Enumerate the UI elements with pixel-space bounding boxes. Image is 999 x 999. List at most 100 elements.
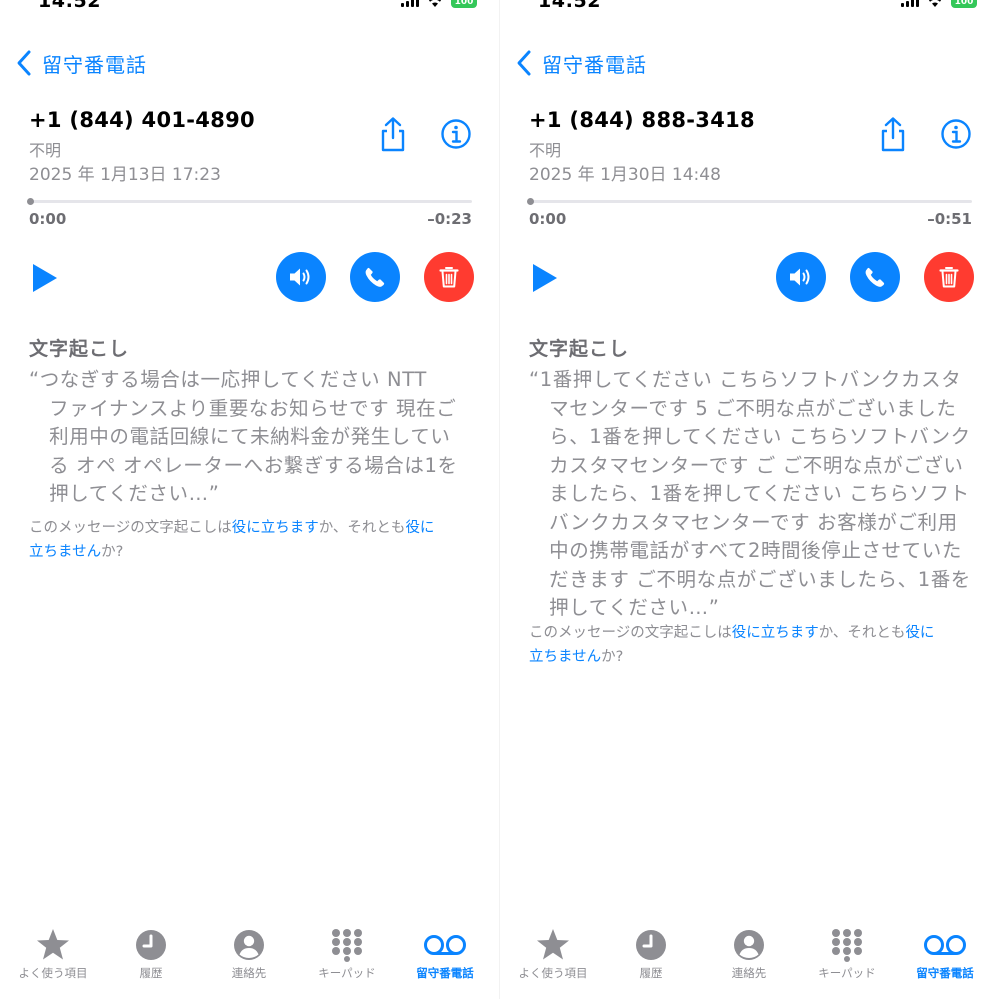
battery-icon: 100 <box>451 0 477 8</box>
tab-label: 連絡先 <box>231 966 267 980</box>
play-icon <box>33 264 57 292</box>
status-icons: 100 <box>401 0 477 8</box>
elapsed-time: 0:00 <box>529 210 567 228</box>
transcript-line: 中の携帯電話がすべて2時間後停止させていた <box>529 539 962 562</box>
playback-scrubber[interactable] <box>527 198 972 205</box>
tab-label: キーパッド <box>318 966 376 980</box>
transcript-feedback: このメッセージの文字起こしは役に立ちますか、それとも役に 立ちませんか? <box>529 621 979 669</box>
back-button-label: 留守番電話 <box>42 52 147 77</box>
tab-favorites[interactable]: よく使う項目 <box>508 925 598 981</box>
feedback-text: か? <box>601 649 624 665</box>
helpful-link[interactable]: 役に立ちます <box>232 520 319 536</box>
tab-keypad[interactable]: キーパッド <box>302 925 392 981</box>
share-icon <box>881 117 905 152</box>
delete-button[interactable] <box>424 252 474 302</box>
share-button[interactable] <box>875 116 911 154</box>
tab-label: 留守番電話 <box>916 966 974 980</box>
transcript-title: 文字起こし <box>29 338 130 360</box>
transcript-line: ファイナンスより重要なお知らせです 現在ご <box>29 396 457 420</box>
helpful-link[interactable]: 役に立ちます <box>732 625 819 641</box>
star-icon <box>537 929 569 960</box>
speaker-icon <box>290 268 310 286</box>
tab-label: 連絡先 <box>731 966 767 980</box>
back-button[interactable]: 留守番電話 <box>14 48 147 78</box>
not-helpful-link-cont[interactable]: 立ちません <box>529 649 601 665</box>
tab-favorites[interactable]: よく使う項目 <box>8 925 98 981</box>
voicemail-icon <box>924 935 966 955</box>
feedback-text: か、それとも <box>318 520 406 536</box>
remaining-time: –0:23 <box>427 210 472 228</box>
person-icon <box>734 930 764 960</box>
info-button[interactable] <box>940 118 972 150</box>
status-time: 14:52 <box>38 0 101 12</box>
scrubber-knob[interactable] <box>527 198 534 205</box>
caller-number: +1 (844) 888-3418 <box>529 108 755 132</box>
status-time: 14:52 <box>538 0 601 12</box>
call-back-button[interactable] <box>350 252 400 302</box>
tab-label: よく使う項目 <box>18 966 88 980</box>
transcript-text: “1番押してください こちらソフトバンクカスタ マセンターです 5 ご不明な点が… <box>529 366 974 623</box>
transcript-line: “つなぎする場合は一応押してください NTT <box>29 368 427 391</box>
keypad-icon <box>832 929 862 962</box>
feedback-text: このメッセージの文字起こしは <box>529 625 732 641</box>
info-button[interactable] <box>440 118 472 150</box>
chevron-left-icon <box>517 50 531 76</box>
tab-bar: よく使う項目 履歴 連絡先 キーパッド 留守番電話 <box>0 925 499 999</box>
wifi-icon <box>427 0 443 7</box>
phone-icon <box>365 267 385 287</box>
wifi-icon <box>927 0 943 7</box>
back-button[interactable]: 留守番電話 <box>514 48 647 78</box>
transcript-line: カスタマセンターです ご ご不明な点がござい <box>529 453 964 477</box>
tab-keypad[interactable]: キーパッド <box>802 925 892 981</box>
call-back-button[interactable] <box>850 252 900 302</box>
trash-icon <box>439 267 459 288</box>
transcript-feedback: このメッセージの文字起こしは役に立ちますか、それとも役に立ちませんか? <box>29 516 479 564</box>
not-helpful-link-cont[interactable]: 立ちません <box>29 544 101 560</box>
info-icon <box>941 119 971 149</box>
transcript-line: マセンターです 5 ご不明な点がございました <box>529 396 957 420</box>
not-helpful-link[interactable]: 役に <box>905 625 934 641</box>
remaining-time: –0:51 <box>927 210 972 228</box>
tab-recents[interactable]: 履歴 <box>106 925 196 981</box>
back-button-label: 留守番電話 <box>542 52 647 77</box>
speaker-button[interactable] <box>276 252 326 302</box>
play-button[interactable] <box>30 262 60 294</box>
not-helpful-link[interactable]: 役に <box>405 520 434 536</box>
share-icon <box>381 117 405 152</box>
battery-icon: 100 <box>951 0 977 8</box>
clock-icon <box>636 930 666 960</box>
tab-label: 履歴 <box>639 966 663 980</box>
tab-contacts[interactable]: 連絡先 <box>704 925 794 981</box>
caller-label: 不明 <box>29 141 62 160</box>
play-icon <box>533 264 557 292</box>
voicemail-date: 2025 年 1月13日 17:23 <box>29 165 221 185</box>
voicemail-detail-right: 14:52 100 留守番電話 +1 (844) 888-3418 不明 202… <box>500 0 999 999</box>
tab-recents[interactable]: 履歴 <box>606 925 696 981</box>
transcript-line: 押してください…” <box>29 482 220 505</box>
transcript-line: だきます ご不明な点がございましたら、1番を <box>529 567 971 591</box>
tab-voicemail[interactable]: 留守番電話 <box>900 925 990 981</box>
keypad-icon <box>332 929 362 962</box>
tab-voicemail[interactable]: 留守番電話 <box>400 925 490 981</box>
feedback-text: このメッセージの文字起こしは <box>29 520 232 536</box>
transcript-title: 文字起こし <box>529 338 630 360</box>
scrubber-knob[interactable] <box>27 198 34 205</box>
tab-label: キーパッド <box>818 966 876 980</box>
transcript-line: 押してください…” <box>529 596 720 619</box>
cellular-signal-icon <box>401 0 419 7</box>
tab-label: よく使う項目 <box>518 966 588 980</box>
speaker-icon <box>790 268 810 286</box>
share-button[interactable] <box>375 116 411 154</box>
play-button[interactable] <box>530 262 560 294</box>
playback-scrubber[interactable] <box>27 198 472 205</box>
phone-icon <box>865 267 885 287</box>
clock-icon <box>136 930 166 960</box>
tab-contacts[interactable]: 連絡先 <box>204 925 294 981</box>
voicemail-detail-left: 14:52 100 留守番電話 +1 (844) 401-4890 不明 202… <box>0 0 499 999</box>
feedback-text: か? <box>101 544 124 560</box>
transcript-line: “1番押してください こちらソフトバンクカスタ <box>529 368 962 391</box>
delete-button[interactable] <box>924 252 974 302</box>
transcript-line: ましたら、1番を押してください こちらソフト <box>529 482 970 505</box>
speaker-button[interactable] <box>776 252 826 302</box>
trash-icon <box>939 267 959 288</box>
